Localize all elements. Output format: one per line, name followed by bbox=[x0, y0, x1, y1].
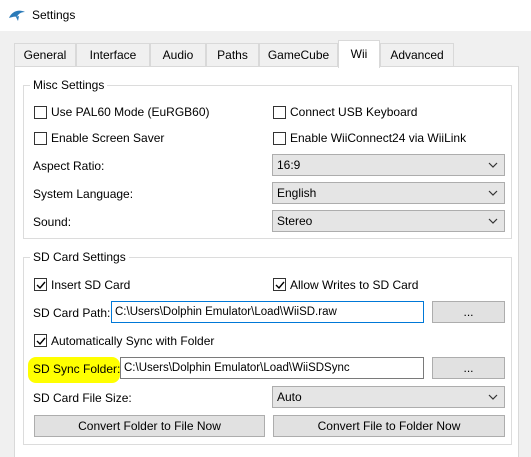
chevron-down-icon bbox=[488, 190, 498, 196]
sound-value: Stereo bbox=[277, 214, 313, 228]
aspect-ratio-select[interactable]: 16:9 bbox=[272, 154, 505, 176]
aspect-ratio-value: 16:9 bbox=[277, 158, 301, 172]
sd-card-path-browse-button[interactable]: ... bbox=[432, 301, 505, 323]
tab-gamecube[interactable]: GameCube bbox=[259, 43, 338, 67]
auto-sync-label: Automatically Sync with Folder bbox=[51, 334, 215, 348]
misc-settings-title: Misc Settings bbox=[30, 78, 108, 92]
chevron-down-icon bbox=[488, 394, 498, 400]
sd-card-settings-title: SD Card Settings bbox=[30, 250, 129, 264]
wiiconnect-label: Enable WiiConnect24 via WiiLink bbox=[290, 131, 467, 145]
sd-sync-folder-input[interactable]: C:\Users\Dolphin Emulator\Load\WiiSDSync bbox=[120, 357, 424, 379]
insert-sd-label: Insert SD Card bbox=[51, 278, 131, 292]
tab-wii[interactable]: Wii bbox=[338, 40, 380, 68]
wiiconnect-checkbox[interactable] bbox=[273, 132, 286, 145]
chevron-down-icon bbox=[488, 218, 498, 224]
sd-card-path-input[interactable]: C:\Users\Dolphin Emulator\Load\WiiSD.raw bbox=[111, 301, 424, 323]
window-title: Settings bbox=[32, 8, 76, 22]
tab-advanced[interactable]: Advanced bbox=[380, 43, 454, 67]
usb-keyboard-checkbox[interactable] bbox=[273, 106, 286, 119]
auto-sync-checkbox[interactable] bbox=[34, 334, 47, 347]
usb-keyboard-label: Connect USB Keyboard bbox=[290, 105, 418, 119]
tab-paths[interactable]: Paths bbox=[206, 43, 259, 67]
sd-card-file-size-value: Auto bbox=[277, 390, 302, 404]
pal60-checkbox[interactable] bbox=[34, 106, 47, 119]
checkmark-icon bbox=[36, 337, 46, 346]
sd-sync-folder-label: SD Sync Folder: bbox=[33, 362, 121, 376]
tab-interface[interactable]: Interface bbox=[76, 43, 150, 67]
system-language-select[interactable]: English bbox=[272, 182, 505, 204]
checkmark-icon bbox=[36, 281, 46, 290]
system-language-value: English bbox=[277, 186, 317, 200]
tab-audio[interactable]: Audio bbox=[150, 43, 206, 67]
screen-saver-label: Enable Screen Saver bbox=[51, 131, 165, 145]
sound-select[interactable]: Stereo bbox=[272, 210, 505, 232]
tab-general[interactable]: General bbox=[14, 43, 76, 67]
title-bar: Settings bbox=[0, 0, 531, 31]
sd-sync-folder-browse-button[interactable]: ... bbox=[432, 357, 505, 379]
convert-file-to-folder-button[interactable]: Convert File to Folder Now bbox=[273, 415, 505, 437]
aspect-ratio-label: Aspect Ratio: bbox=[33, 159, 105, 173]
dolphin-app-icon bbox=[9, 10, 25, 21]
insert-sd-checkbox[interactable] bbox=[34, 278, 47, 291]
allow-writes-checkbox[interactable] bbox=[273, 278, 286, 291]
sd-card-path-label: SD Card Path: bbox=[33, 306, 111, 320]
screen-saver-checkbox[interactable] bbox=[34, 132, 47, 145]
sd-card-file-size-select[interactable]: Auto bbox=[272, 386, 505, 408]
chevron-down-icon bbox=[488, 162, 498, 168]
allow-writes-label: Allow Writes to SD Card bbox=[290, 278, 419, 292]
pal60-label: Use PAL60 Mode (EuRGB60) bbox=[51, 105, 210, 119]
convert-folder-to-file-button[interactable]: Convert Folder to File Now bbox=[34, 415, 265, 437]
sound-label: Sound: bbox=[33, 215, 72, 229]
sd-card-file-size-label: SD Card File Size: bbox=[33, 391, 132, 405]
system-language-label: System Language: bbox=[33, 187, 134, 201]
checkmark-icon bbox=[275, 281, 285, 290]
